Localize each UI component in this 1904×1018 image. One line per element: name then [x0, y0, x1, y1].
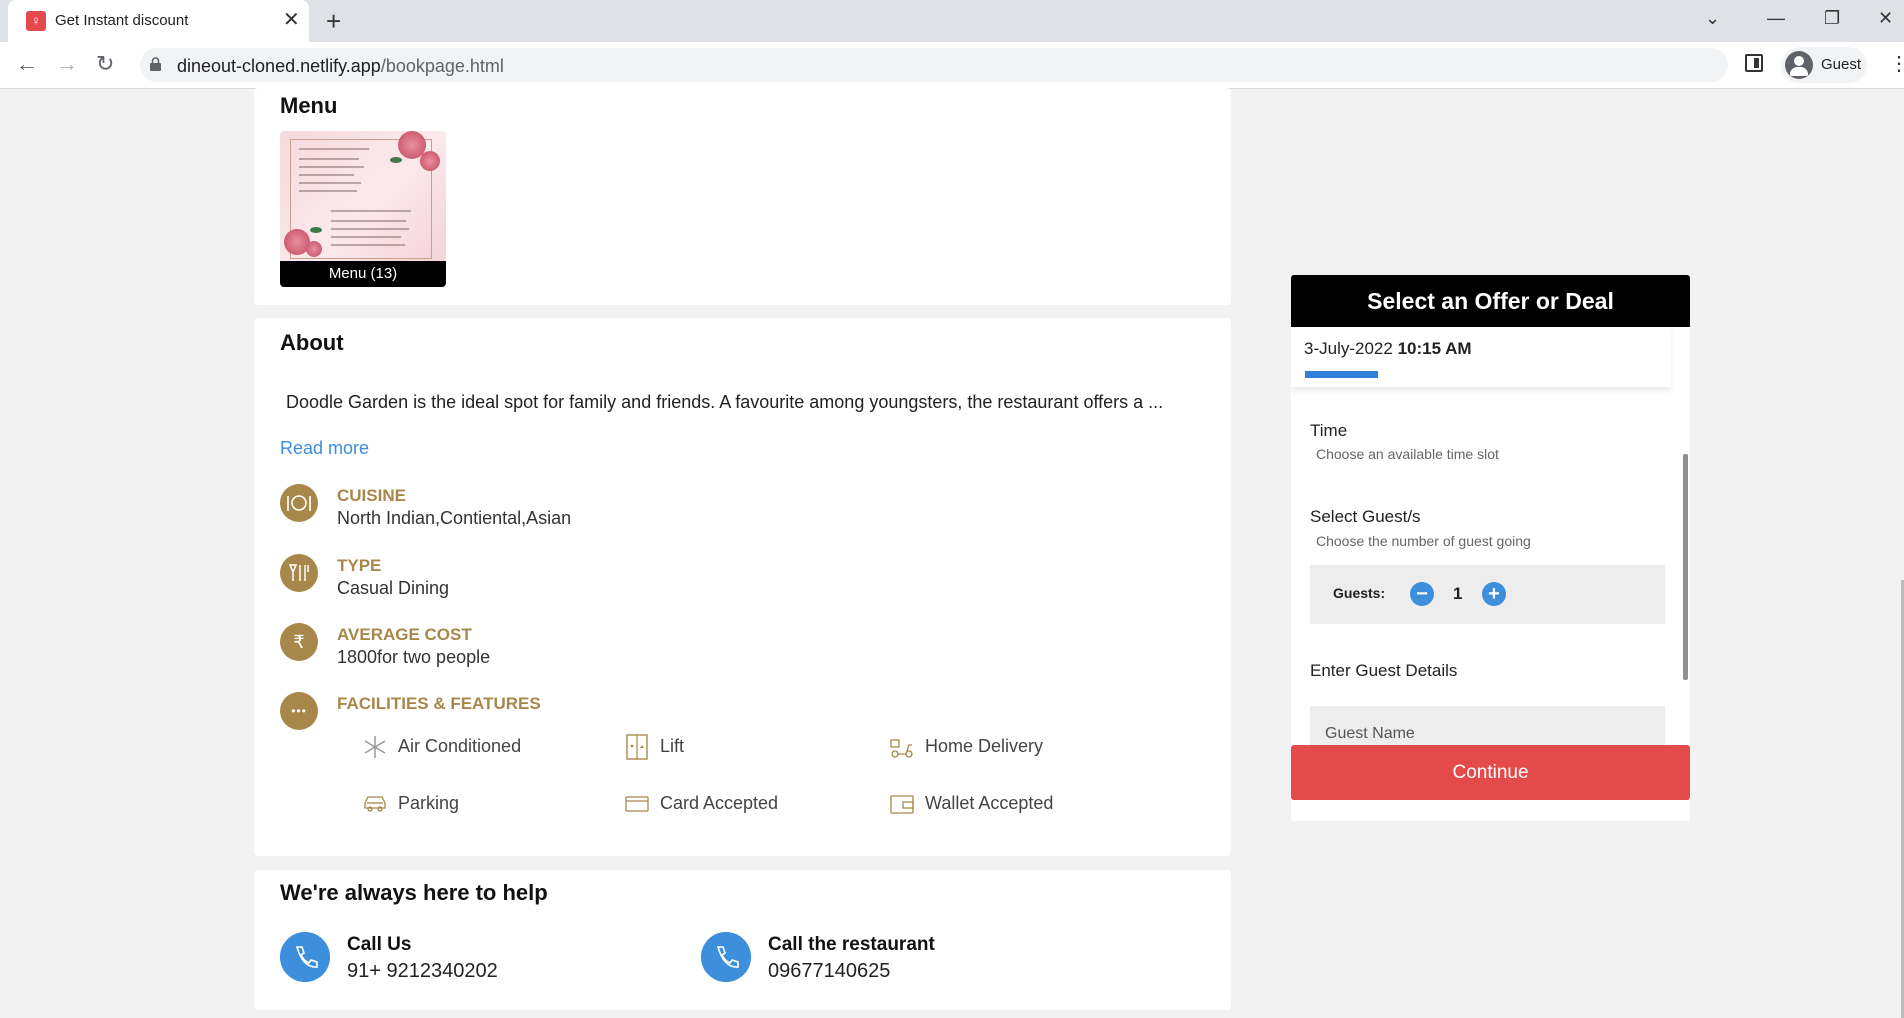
back-icon[interactable]: ← [16, 53, 38, 75]
lift-icon [626, 734, 648, 760]
rupee-icon: ₹ [280, 623, 318, 661]
phone-icon [701, 932, 751, 982]
profile-label: Guest [1821, 56, 1862, 73]
more-dots-icon: ••• [280, 692, 318, 730]
guests-stepper: Guests: − 1 + [1310, 565, 1665, 624]
guest-count: 1 [1453, 584, 1463, 603]
plate-cutlery-icon [280, 484, 318, 522]
reload-icon[interactable]: ↻ [96, 53, 114, 75]
menu-title: Menu [280, 93, 338, 118]
new-tab-icon[interactable]: + [326, 6, 341, 36]
tab-search-icon[interactable]: ⌄ [1705, 8, 1720, 29]
browser-toolbar: ← → ↻ dineout-cloned.netlify.app/bookpag… [0, 42, 1904, 89]
about-description: Doodle Garden is the ideal spot for fami… [286, 392, 1164, 412]
cost-label: AVERAGE COST [337, 625, 472, 644]
facilities-label: FACILITIES & FEATURES [337, 694, 541, 713]
call-us-title: Call Us [347, 934, 412, 955]
help-title: We're always here to help [280, 880, 548, 905]
guests-counter-label: Guests: [1333, 585, 1386, 601]
guests-sub: Choose the number of guest going [1316, 533, 1531, 549]
type-value: Casual Dining [337, 578, 450, 598]
car-icon [364, 796, 386, 812]
time-label: Time [1310, 421, 1348, 440]
menu-thumbnail[interactable]: Menu (13) [280, 131, 446, 287]
window-close-icon[interactable]: ✕ [1878, 8, 1893, 29]
feature-label: Wallet Accepted [925, 793, 1054, 813]
call-us-phone[interactable]: 91+ 9212340202 [347, 960, 498, 983]
url-text: dineout-cloned.netlify.app/bookpage.html [177, 56, 504, 76]
tab-close-icon[interactable]: ✕ [283, 9, 300, 31]
time-sub: Choose an available time slot [1316, 446, 1499, 462]
increment-guest-button[interactable]: + [1482, 582, 1506, 606]
restore-icon[interactable]: ❐ [1824, 8, 1840, 29]
browser-menu-icon[interactable]: ⋮ [1889, 54, 1904, 74]
continue-button[interactable]: Continue [1291, 745, 1690, 800]
forward-icon[interactable]: → [56, 53, 78, 75]
wallet-icon [890, 795, 914, 814]
call-restaurant-phone[interactable]: 09677140625 [768, 960, 890, 983]
cuisine-value: North Indian,Contiental,Asian [337, 508, 572, 528]
credit-card-icon [625, 796, 649, 812]
help-card: We're always here to help Call Us 91+ 92… [254, 870, 1231, 1010]
snowflake-icon [364, 736, 386, 758]
type-label: TYPE [337, 556, 382, 575]
feature-label: Home Delivery [925, 736, 1044, 756]
read-more-link[interactable]: Read more [280, 438, 369, 459]
menu-card: Menu Menu (13) [254, 88, 1231, 305]
dining-icon [280, 554, 318, 592]
minimize-icon[interactable]: — [1767, 8, 1785, 29]
panel-scrollbar[interactable] [1683, 454, 1688, 680]
guest-name-input[interactable] [1310, 706, 1665, 748]
address-bar[interactable]: dineout-cloned.netlify.app/bookpage.html [140, 48, 1728, 82]
side-panel-icon[interactable] [1745, 54, 1763, 72]
offer-header: Select an Offer or Deal [1291, 275, 1690, 327]
cuisine-label: CUISINE [337, 486, 406, 505]
browser-tab[interactable]: ♀ Get Instant discount ✕ [8, 0, 309, 42]
call-restaurant-title: Call the restaurant [768, 934, 935, 955]
tab-title: Get Instant discount [55, 12, 189, 29]
menu-thumb-caption: Menu (13) [280, 261, 446, 287]
feature-label: Card Accepted [660, 793, 779, 813]
guests-label: Select Guest/s [1310, 507, 1421, 526]
date-strip: 3-July-2022 10:15 AM [1291, 327, 1671, 387]
feature-label: Parking [398, 793, 460, 813]
about-card: About Doodle Garden is the ideal spot fo… [254, 318, 1231, 856]
decrement-guest-button[interactable]: − [1410, 582, 1434, 606]
guest-details-label: Enter Guest Details [1310, 661, 1458, 680]
booking-progress-bar [1305, 371, 1378, 378]
booking-panel: Select an Offer or Deal 3-July-2022 10:1… [1291, 275, 1690, 821]
avatar-icon [1785, 51, 1813, 79]
delivery-scooter-icon [890, 739, 913, 758]
feature-label: Air Conditioned [398, 736, 522, 756]
feature-label: Lift [660, 736, 685, 756]
dineout-favicon-icon: ♀ [26, 11, 46, 31]
about-title: About [280, 330, 344, 355]
cost-value: 1800for two people [337, 647, 491, 667]
profile-button[interactable]: Guest [1781, 47, 1867, 83]
selected-date: 3-July-2022 10:15 AM [1304, 339, 1472, 358]
browser-tab-bar: ♀ Get Instant discount ✕ + ⌄ — ❐ ✕ [0, 0, 1904, 42]
lock-icon [150, 57, 161, 71]
phone-icon [280, 932, 330, 982]
